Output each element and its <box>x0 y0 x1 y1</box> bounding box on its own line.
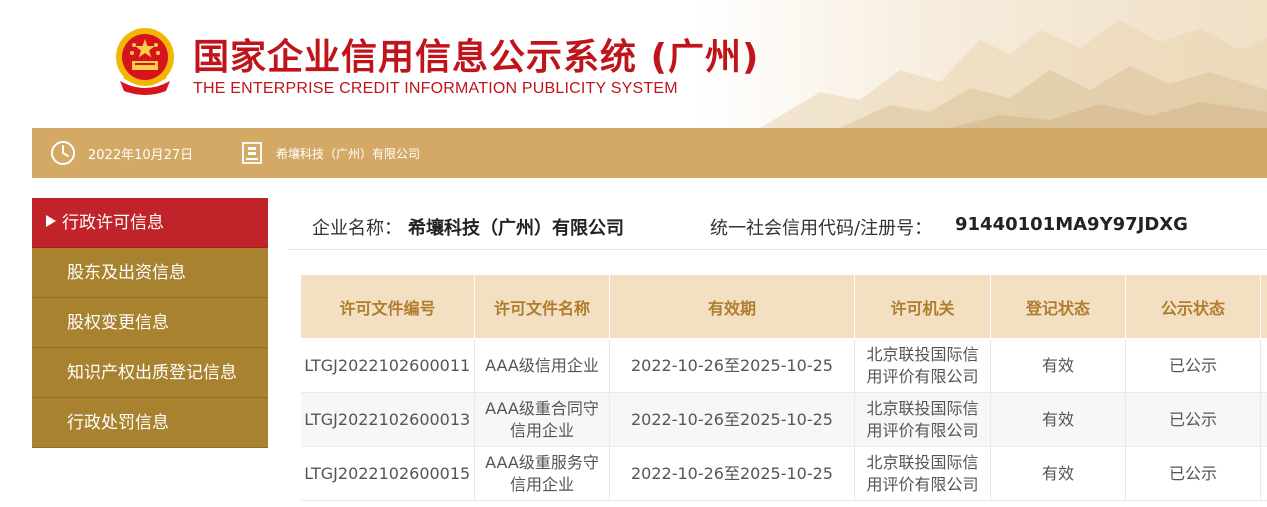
sidebar-item-label: 股权变更信息 <box>67 313 169 333</box>
table-cell-extra <box>1260 338 1267 393</box>
registration-status: 有效 <box>990 392 1126 447</box>
validity-period: 2022-10-26至2025-10-25 <box>609 338 855 393</box>
sidebar-item-shareholders[interactable]: 股东及出资信息 <box>32 248 268 298</box>
sidebar-nav: 行政许可信息 股东及出资信息 股权变更信息 知识产权出质登记信息 行政处罚信息 <box>32 198 268 448</box>
column-header: 登记状态 <box>990 274 1126 339</box>
registration-status: 有效 <box>990 446 1126 501</box>
clock-icon <box>51 141 75 165</box>
license-table: 许可文件编号 许可文件名称 有效期 许可机关 登记状态 公示状态 LTGJ202… <box>300 274 1267 501</box>
column-header: 许可文件名称 <box>474 274 610 339</box>
site-subtitle: THE ENTERPRISE CREDIT INFORMATION PUBLIC… <box>193 80 678 97</box>
table-row: LTGJ2022102600011 AAA级信用企业 2022-10-26至20… <box>300 338 1267 393</box>
license-number: LTGJ2022102600015 <box>300 446 475 501</box>
company-name-value: 希壤科技（广州）有限公司 <box>408 218 624 239</box>
national-emblem-icon <box>116 28 174 95</box>
table-row: LTGJ2022102600013 AAA级重合同守信用企业 2022-10-2… <box>300 392 1267 447</box>
column-header: 许可机关 <box>854 274 991 339</box>
license-table-container: 许可文件编号 许可文件名称 有效期 许可机关 登记状态 公示状态 LTGJ202… <box>300 274 1267 501</box>
sidebar-item-administrative-penalty[interactable]: 行政处罚信息 <box>32 398 268 448</box>
company-name-label: 企业名称： <box>312 218 402 239</box>
license-number: LTGJ2022102600013 <box>300 392 475 447</box>
building-icon <box>242 142 262 164</box>
column-header-extra <box>1260 274 1267 339</box>
sidebar-item-label: 行政处罚信息 <box>67 413 169 433</box>
license-name: AAA级重服务守信用企业 <box>474 446 610 501</box>
license-number: LTGJ2022102600011 <box>300 338 475 393</box>
license-name: AAA级重合同守信用企业 <box>474 392 610 447</box>
publicity-status: 已公示 <box>1125 446 1261 501</box>
current-date: 2022年10月27日 <box>88 148 194 163</box>
validity-period: 2022-10-26至2025-10-25 <box>609 446 855 501</box>
credit-code-value: 91440101MA9Y97JDXG <box>955 214 1188 235</box>
sidebar-item-label: 知识产权出质登记信息 <box>67 363 237 383</box>
sidebar-item-ip-pledge[interactable]: 知识产权出质登记信息 <box>32 348 268 398</box>
table-cell-extra <box>1260 392 1267 447</box>
publicity-status: 已公示 <box>1125 338 1261 393</box>
sidebar-item-label: 股东及出资信息 <box>67 263 186 283</box>
info-bar: 2022年10月27日 希壤科技（广州）有限公司 <box>32 128 1267 178</box>
sidebar-item-administrative-license[interactable]: 行政许可信息 <box>32 198 268 248</box>
credit-code-label: 统一社会信用代码/注册号： <box>710 218 933 239</box>
column-header: 公示状态 <box>1125 274 1261 339</box>
validity-period: 2022-10-26至2025-10-25 <box>609 392 855 447</box>
licensing-authority: 北京联投国际信用评价有限公司 <box>854 392 991 447</box>
licensing-authority: 北京联投国际信用评价有限公司 <box>854 338 991 393</box>
current-company: 希壤科技（广州）有限公司 <box>276 147 421 161</box>
license-name: AAA级信用企业 <box>474 338 610 393</box>
table-cell-extra <box>1260 446 1267 501</box>
enterprise-info-header: 企业名称： 希壤科技（广州）有限公司 统一社会信用代码/注册号： 9144010… <box>288 200 1267 250</box>
sidebar-item-equity-change[interactable]: 股权变更信息 <box>32 298 268 348</box>
site-title: 国家企业信用信息公示系统 (广州) <box>193 37 760 78</box>
registration-status: 有效 <box>990 338 1126 393</box>
licensing-authority: 北京联投国际信用评价有限公司 <box>854 446 991 501</box>
publicity-status: 已公示 <box>1125 392 1261 447</box>
table-row: LTGJ2022102600015 AAA级重服务守信用企业 2022-10-2… <box>300 446 1267 501</box>
column-header: 许可文件编号 <box>300 274 475 339</box>
table-header-row: 许可文件编号 许可文件名称 有效期 许可机关 登记状态 公示状态 <box>300 274 1267 339</box>
column-header: 有效期 <box>609 274 855 339</box>
triangle-right-icon <box>46 215 56 227</box>
sidebar-item-label: 行政许可信息 <box>62 213 164 233</box>
site-header: 国家企业信用信息公示系统 (广州) THE ENTERPRISE CREDIT … <box>0 0 1267 128</box>
